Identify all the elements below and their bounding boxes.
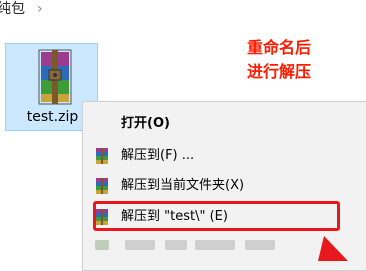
winrar-icon — [96, 178, 108, 194]
highlight-box — [93, 201, 340, 231]
breadcrumb: 纯包 › — [0, 0, 366, 22]
menu-item-extract-here[interactable]: 解压到当前文件夹(X) — [83, 172, 366, 200]
menu-item-label: 打开(O) — [121, 116, 170, 131]
winrar-icon — [96, 148, 108, 164]
breadcrumb-separator-icon[interactable]: › — [37, 0, 43, 18]
breadcrumb-folder[interactable]: 纯包 — [0, 0, 25, 18]
menu-item-extract-to[interactable]: 解压到(F) ... — [83, 142, 366, 170]
menu-item-label: 解压到当前文件夹(X) — [121, 178, 245, 193]
annotation-line-2: 进行解压 — [247, 62, 312, 81]
menu-item-label: 解压到(F) ... — [121, 148, 195, 163]
menu-item-open[interactable]: 打开(O) — [83, 110, 366, 138]
annotation-line-1: 重命名后 — [247, 38, 312, 57]
annotation-text: 重命名后 进行解压 — [247, 36, 357, 84]
red-arrow-icon — [318, 236, 348, 261]
winrar-archive-icon — [38, 49, 72, 105]
obscured-menu-item[interactable] — [95, 240, 295, 252]
